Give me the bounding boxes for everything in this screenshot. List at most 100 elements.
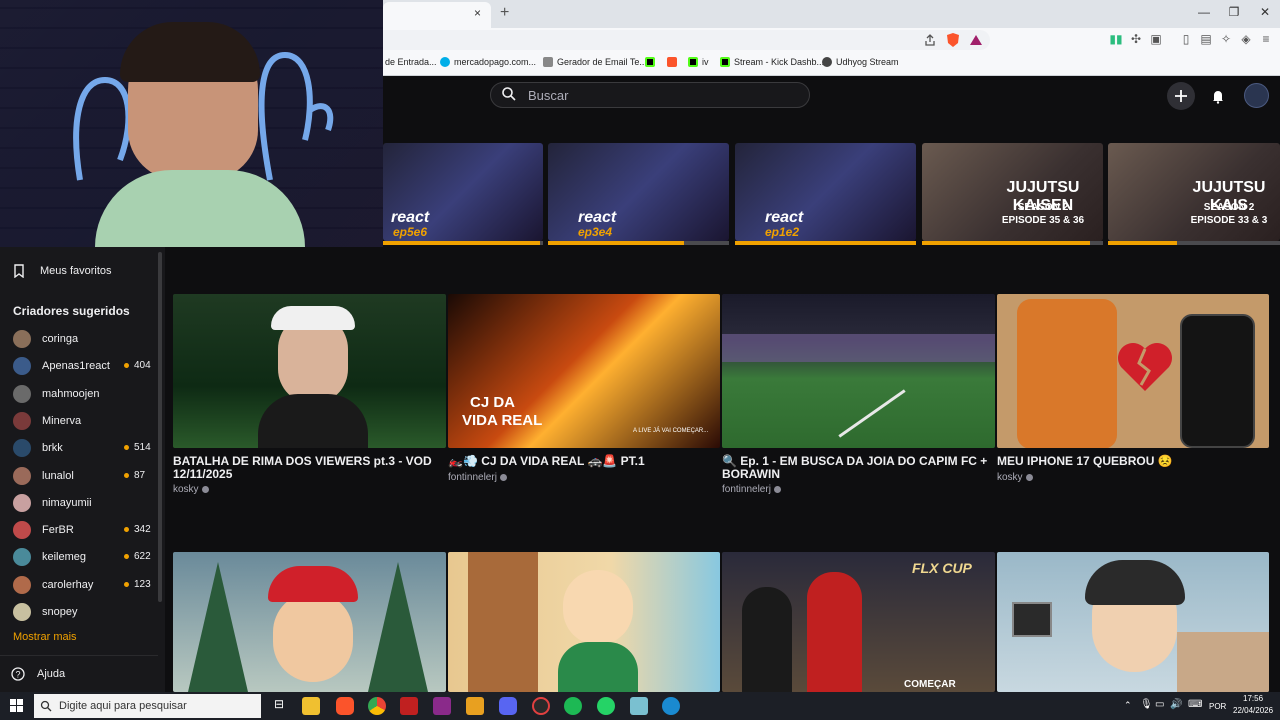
show-more-link[interactable]: Mostrar mais: [13, 631, 77, 643]
stream-thumbnail[interactable]: react ep3e4: [548, 143, 729, 241]
app-icon[interactable]: [466, 697, 484, 715]
video-author[interactable]: kosky: [173, 484, 209, 495]
bookmark-item[interactable]: Stream - Kick Dashb...: [720, 57, 824, 67]
bed: [1177, 632, 1269, 692]
bookmark-item[interactable]: de Entrada...: [385, 57, 437, 67]
video-author[interactable]: kosky: [997, 472, 1033, 483]
video-title[interactable]: 🏍️💨 CJ DA VIDA REAL 🚓🚨 PT.1: [448, 455, 718, 468]
video-thumbnail[interactable]: [448, 552, 720, 692]
share-icon[interactable]: [923, 33, 937, 47]
sidebar-creator[interactable]: coringa: [13, 330, 78, 348]
bookmark-item[interactable]: mercadopago.com...: [440, 57, 536, 67]
chrome-icon[interactable]: [368, 697, 386, 715]
discord-icon[interactable]: [499, 697, 517, 715]
sidebar-creator[interactable]: nimayumii: [13, 493, 92, 512]
file-explorer-icon[interactable]: [302, 697, 320, 715]
volume-icon[interactable]: 🔊: [1170, 699, 1182, 710]
sidebar-creator[interactable]: mahmoojen: [13, 384, 99, 403]
sidebar-creator[interactable]: lunalol: [13, 466, 74, 485]
task-view-icon[interactable]: ⊟: [270, 697, 288, 715]
video-title[interactable]: MEU IPHONE 17 QUEBROU 😣: [997, 455, 1267, 468]
close-window-button[interactable]: ✕: [1255, 5, 1275, 19]
thumbnail-subtitle: ep3e4: [578, 225, 613, 239]
video-author[interactable]: fontinnelerj: [448, 472, 507, 483]
wallet-icon[interactable]: ▤: [1198, 32, 1214, 46]
sidebar-creator[interactable]: brkk: [13, 439, 63, 458]
notifications-button[interactable]: [1204, 82, 1232, 110]
clock-date[interactable]: 22/04/2026: [1233, 706, 1273, 715]
stream-thumbnail[interactable]: JUJUTSU KAIS SEASON 2 EPISODE 33 & 3: [1108, 143, 1280, 241]
windows-start-icon[interactable]: [10, 699, 24, 713]
thumbnail-shirt: [258, 394, 368, 448]
close-tab-icon[interactable]: ×: [474, 6, 481, 20]
watch-progress: [735, 241, 916, 245]
help-button[interactable]: ? Ajuda: [11, 667, 65, 681]
creator-name: FerBR: [42, 524, 74, 537]
tray-chevron-icon[interactable]: ⌃: [1124, 700, 1132, 711]
stream-thumbnail[interactable]: react ep5e6: [383, 143, 543, 241]
video-thumbnail[interactable]: CJ DA VIDA REAL A LIVE JÁ VAI COMEÇAR...: [448, 294, 720, 448]
network-icon[interactable]: ▭: [1155, 699, 1164, 710]
sidebar-creator[interactable]: keilemeg: [13, 548, 86, 567]
video-title[interactable]: BATALHA DE RIMA DOS VIEWERS pt.3 - VOD 1…: [173, 455, 443, 481]
extension-icon[interactable]: ▮▮: [1108, 32, 1124, 46]
watch-progress: [383, 241, 543, 245]
leo-ai-icon[interactable]: ✧: [1218, 32, 1234, 46]
video-thumbnail[interactable]: [722, 294, 995, 448]
viewer-count: 622: [124, 551, 151, 562]
bookmark-item[interactable]: iv: [688, 57, 709, 67]
maximize-button[interactable]: ❐: [1224, 5, 1244, 19]
keyboard-icon[interactable]: ⌨: [1188, 699, 1202, 710]
bookmark-item[interactable]: Gerador de Email Te...: [543, 57, 647, 67]
sidebar-creator[interactable]: Apenas1react: [13, 357, 110, 376]
video-thumbnail[interactable]: [997, 294, 1269, 448]
video-thumbnail[interactable]: [173, 294, 446, 448]
app-icon[interactable]: [630, 697, 648, 715]
video-thumbnail[interactable]: FLX CUP COMEÇAR: [722, 552, 995, 692]
sidebar-scrollbar[interactable]: [158, 252, 162, 602]
clock-time[interactable]: 17:56: [1243, 694, 1263, 703]
sidebar-creator[interactable]: carolerhay: [13, 575, 93, 594]
svg-text:?: ?: [16, 670, 21, 680]
brave-shield-icon[interactable]: [946, 32, 960, 48]
brave-bookmark-icon[interactable]: [667, 57, 677, 67]
create-button[interactable]: [1167, 82, 1195, 110]
menu-icon[interactable]: ≡: [1258, 32, 1274, 46]
input-language[interactable]: POR: [1209, 702, 1226, 711]
vpn-icon[interactable]: ◈: [1238, 32, 1254, 46]
sidebar-creator[interactable]: FerBR: [13, 521, 74, 540]
bookmark-item[interactable]: Udhyog Stream: [822, 57, 899, 67]
stream-thumbnail[interactable]: JUJUTSU KAISEN SEASON 2 EPISODE 35 & 36: [922, 143, 1103, 241]
tab-search-icon[interactable]: ▣: [1148, 32, 1164, 46]
brave-rewards-icon[interactable]: [969, 33, 983, 47]
extensions-puzzle-icon[interactable]: ✣: [1128, 32, 1144, 46]
edge-icon[interactable]: [662, 697, 680, 715]
live-dot-icon: [124, 445, 129, 451]
sidebar-toggle-icon[interactable]: ▯: [1178, 32, 1194, 46]
video-thumbnail[interactable]: [997, 552, 1269, 692]
live-dot-icon: [124, 472, 129, 478]
brave-icon[interactable]: [336, 697, 354, 715]
sidebar-creator[interactable]: snopey: [13, 603, 77, 621]
minimize-button[interactable]: —: [1194, 5, 1214, 19]
sidebar-creator[interactable]: Minerva: [13, 411, 81, 430]
tab-bar: [383, 0, 1280, 28]
video-title[interactable]: 🔍 Ep. 1 - EM BUSCA DA JOIA DO CAPIM FC +…: [722, 455, 992, 481]
whatsapp-icon[interactable]: [597, 697, 615, 715]
stream-thumbnail[interactable]: react ep1e2: [735, 143, 916, 241]
user-avatar[interactable]: [1244, 83, 1269, 108]
microphone-icon[interactable]: 🎙: [1140, 699, 1153, 710]
new-tab-button[interactable]: +: [500, 4, 509, 22]
iphone-cracked: [1180, 314, 1255, 448]
video-author[interactable]: fontinnelerj: [722, 484, 781, 495]
video-thumbnail[interactable]: [173, 552, 446, 692]
app-icon[interactable]: [433, 697, 451, 715]
tv: [1012, 602, 1052, 637]
sidebar-item-favorites[interactable]: Meus favoritos: [13, 264, 112, 278]
address-bar[interactable]: [383, 30, 990, 50]
obs-icon[interactable]: [532, 697, 550, 715]
kick-bookmark-icon[interactable]: [645, 57, 655, 67]
app-icon[interactable]: [400, 697, 418, 715]
spotify-icon[interactable]: [564, 697, 582, 715]
field-line: [838, 389, 906, 438]
